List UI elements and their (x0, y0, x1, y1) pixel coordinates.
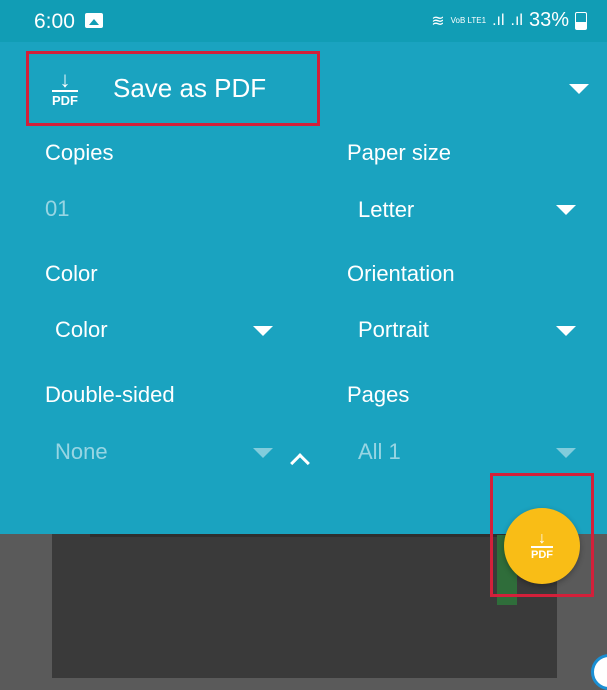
double-sided-dropdown-icon[interactable] (253, 448, 273, 458)
paper-size-label: Paper size (347, 140, 451, 165)
pages-dropdown-icon[interactable] (556, 448, 576, 458)
network-type-label: VoB LTE1 (450, 15, 487, 25)
paper-size-select[interactable]: Letter (358, 197, 414, 223)
paper-size-dropdown-icon[interactable] (556, 205, 576, 215)
battery-icon (575, 11, 587, 30)
status-time: 6:00 (34, 10, 75, 33)
image-notification-icon (85, 13, 103, 28)
corner-overlay-circle (591, 654, 607, 690)
copies-input[interactable]: 01 (45, 196, 69, 222)
copies-label: Copies (45, 140, 114, 165)
status-indicators: ≋ VoB LTE1 .ıl .ıl 33% (431, 9, 587, 32)
preview-page-edge (90, 534, 550, 537)
pages-select[interactable]: All 1 (358, 439, 401, 465)
signal-2-icon: .ıl (510, 11, 523, 29)
status-bar: 6:00 ≋ VoB LTE1 .ıl .ıl 33% (0, 0, 607, 42)
wifi-icon: ≋ (431, 12, 445, 30)
orientation-dropdown-icon[interactable] (556, 326, 576, 336)
orientation-label: Orientation (347, 261, 455, 286)
printer-name: Save as PDF (113, 73, 267, 103)
color-select[interactable]: Color (55, 317, 108, 343)
printer-dropdown-icon[interactable] (569, 84, 589, 94)
color-dropdown-icon[interactable] (253, 326, 273, 336)
highlight-box (490, 473, 594, 597)
pages-label: Pages (347, 382, 410, 407)
orientation-select[interactable]: Portrait (358, 317, 429, 343)
color-label: Color (45, 261, 98, 286)
double-sided-select[interactable]: None (55, 439, 108, 465)
battery-percentage: 33% (528, 9, 569, 31)
printer-selector[interactable]: ↓ PDF Save as PDF (26, 51, 320, 126)
double-sided-label: Double-sided (45, 382, 175, 407)
pdf-printer-icon: ↓ PDF (52, 66, 78, 108)
print-preview-area (52, 534, 557, 678)
signal-icon: .ıl (492, 11, 505, 29)
